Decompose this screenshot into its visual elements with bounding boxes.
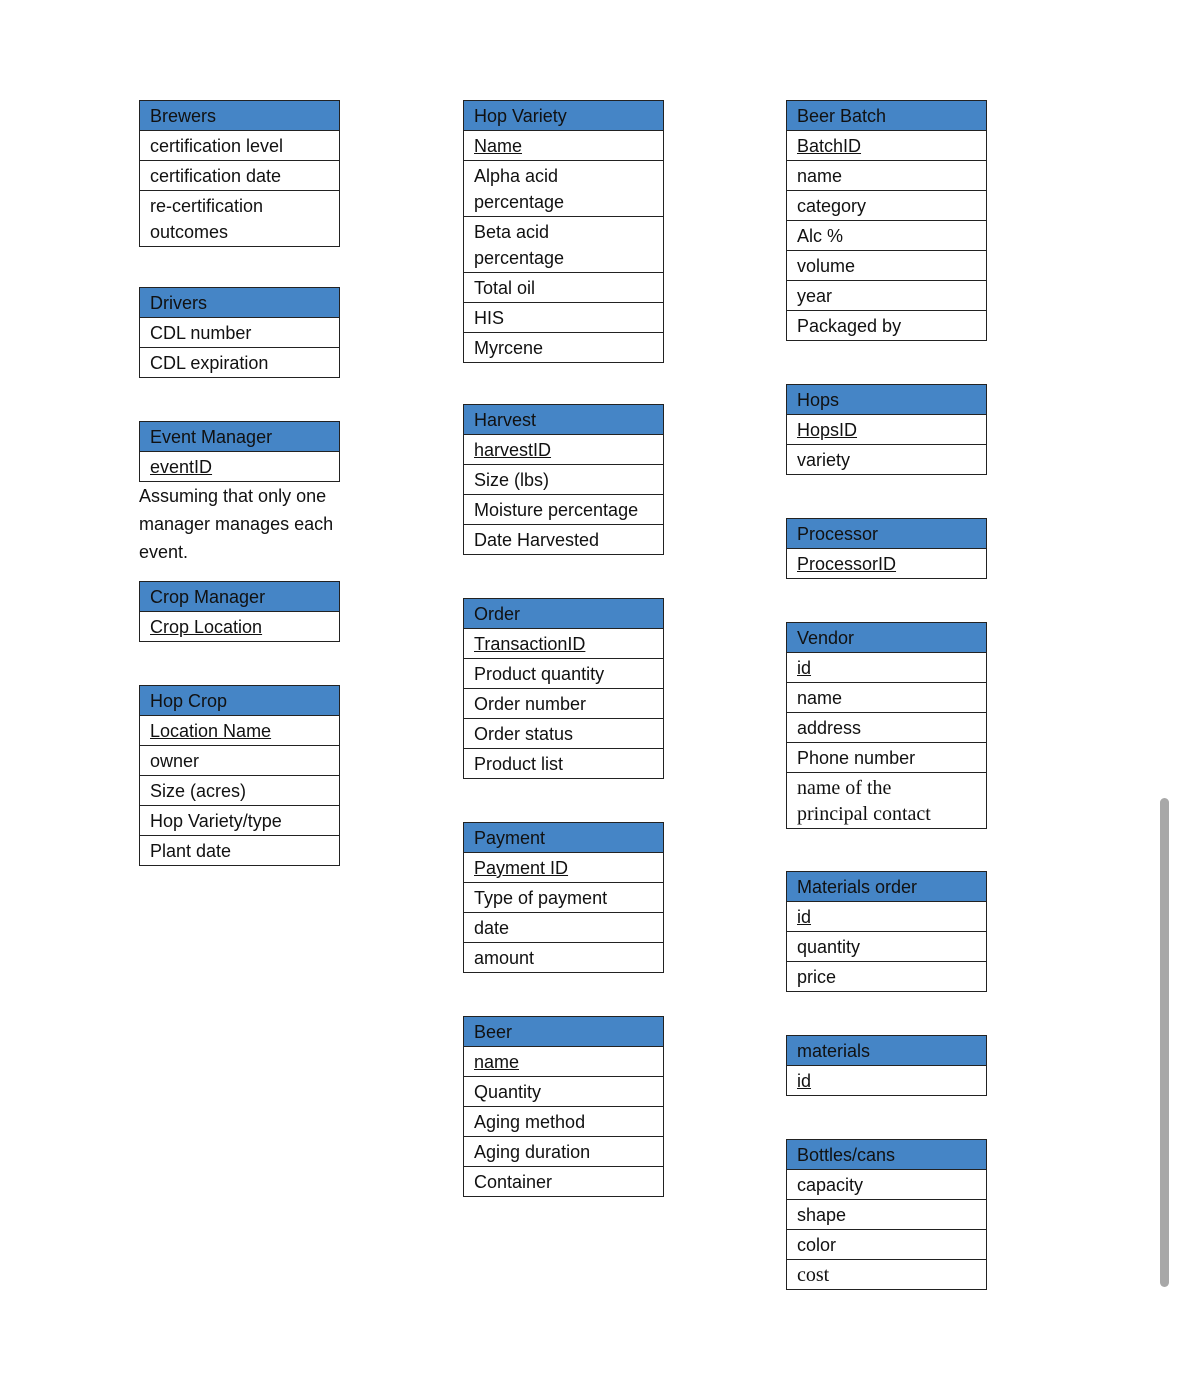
attribute-row: cost [797,1264,830,1286]
attribute-row: Quantity [464,1077,663,1107]
entity-title: Materials order [787,872,986,902]
attribute-row: Date Harvested [474,530,600,550]
attribute-row: Product quantity [464,659,663,689]
attribute-row: capacity [787,1170,986,1200]
attribute-row: certification date [140,161,339,191]
primary-key-attribute: id [797,1071,812,1091]
entity-table-processor: Processor ProcessorID [786,518,987,579]
attribute-row: category [787,191,986,221]
attribute-row: Alc % [787,221,986,251]
attribute-row: Size (lbs) [464,465,663,495]
primary-key-attribute: id [787,653,986,683]
entity-title: Beer Batch [787,101,986,131]
attribute-row: Order number [464,689,663,719]
entity-title: materials [787,1036,986,1066]
entity-title: Harvest [464,405,663,435]
entity-title: Vendor [787,623,986,653]
entity-table-materials: materials id [786,1035,987,1096]
entity-table-vendor: Vendor id name address Phone number name of t… [786,622,987,829]
entity-title: Brewers [140,101,339,131]
entity-table-beer: Beer name Quantity Aging method Aging durati… [463,1016,664,1197]
attribute-row: HIS [464,303,663,333]
vertical-scrollbar[interactable] [1160,798,1169,1287]
primary-key-attribute: name [464,1047,663,1077]
attribute-row: re-certification outcomes [150,196,264,242]
entity-title: Beer [464,1017,663,1047]
entity-table-hops: Hops HopsID variety [786,384,987,475]
attribute-row: CDL number [140,318,339,348]
primary-key-attribute: harvestID [464,435,663,465]
attribute-row: shape [787,1200,986,1230]
entity-table-drivers: Drivers CDL number CDL expiration [139,287,340,378]
entity-table-brewers: Brewers certification level certification … [139,100,340,247]
entity-title: Payment [464,823,663,853]
attribute-row: price [797,967,837,987]
primary-key-attribute: Name [464,131,663,161]
attribute-row: volume [787,251,986,281]
attribute-row: name [787,683,986,713]
entity-table-harvest: Harvest harvestID Size (lbs) Moisture perce… [463,404,664,555]
attribute-row: name [787,161,986,191]
entity-table-event-manager: Event Manager eventID [139,421,340,482]
entity-title: Hops [787,385,986,415]
entity-title: Processor [787,519,986,549]
entity-title: Hop Variety [464,101,663,131]
attribute-row: Container [474,1172,553,1192]
attribute-row: date [464,913,663,943]
primary-key-attribute: Payment ID [464,853,663,883]
entity-title: Order [464,599,663,629]
attribute-row: name of the principal contact [797,777,931,825]
attribute-row: Product list [474,754,564,774]
entity-note: Assuming that only one manager manages e… [139,486,334,562]
attribute-row: CDL expiration [150,353,269,373]
primary-key-attribute: Crop Location [150,617,263,637]
attribute-row: Type of payment [464,883,663,913]
entity-table-order: Order TransactionID Product quantity Order … [463,598,664,779]
entity-title: Hop Crop [140,686,339,716]
attribute-row: year [787,281,986,311]
attribute-row: Moisture percentage [464,495,663,525]
attribute-row: owner [140,746,339,776]
attribute-row: Phone number [787,743,986,773]
entity-title: Bottles/cans [787,1140,986,1170]
attribute-row: color [787,1230,986,1260]
entity-table-crop-manager: Crop Manager Crop Location [139,581,340,642]
primary-key-attribute: id [787,902,986,932]
attribute-row: Hop Variety/type [140,806,339,836]
attribute-row: quantity [787,932,986,962]
primary-key-attribute: eventID [150,457,213,477]
entity-title: Crop Manager [140,582,339,612]
attribute-row: address [787,713,986,743]
attribute-row: Size (acres) [140,776,339,806]
entity-table-payment: Payment Payment ID Type of payment date amou… [463,822,664,973]
primary-key-attribute: ProcessorID [797,554,897,574]
attribute-row: variety [797,450,851,470]
entity-table-materials-order: Materials order id quantity price [786,871,987,992]
attribute-row: certification level [140,131,339,161]
attribute-row: Plant date [150,841,232,861]
attribute-row: Alpha acid percentage [464,161,663,217]
primary-key-attribute: Location Name [140,716,339,746]
attribute-row: Order status [464,719,663,749]
primary-key-attribute: TransactionID [464,629,663,659]
attribute-row: Packaged by [797,316,902,336]
entity-title: Drivers [140,288,339,318]
entity-table-hop-crop: Hop Crop Location Name owner Size (acres) Ho… [139,685,340,866]
entity-table-hop-variety: Hop Variety Name Alpha acid percentage Beta… [463,100,664,363]
attribute-row: Beta acid percentage [464,217,663,273]
entity-table-beer-batch: Beer Batch BatchID name category Alc % volume… [786,100,987,341]
attribute-row: Aging method [464,1107,663,1137]
entity-table-bottles-cans: Bottles/cans capacity shape color cost [786,1139,987,1290]
entity-title: Event Manager [140,422,339,452]
primary-key-attribute: HopsID [787,415,986,445]
attribute-row: Total oil [464,273,663,303]
attribute-row: amount [474,948,535,968]
primary-key-attribute: BatchID [787,131,986,161]
attribute-row: Myrcene [474,338,544,358]
attribute-row: Aging duration [464,1137,663,1167]
